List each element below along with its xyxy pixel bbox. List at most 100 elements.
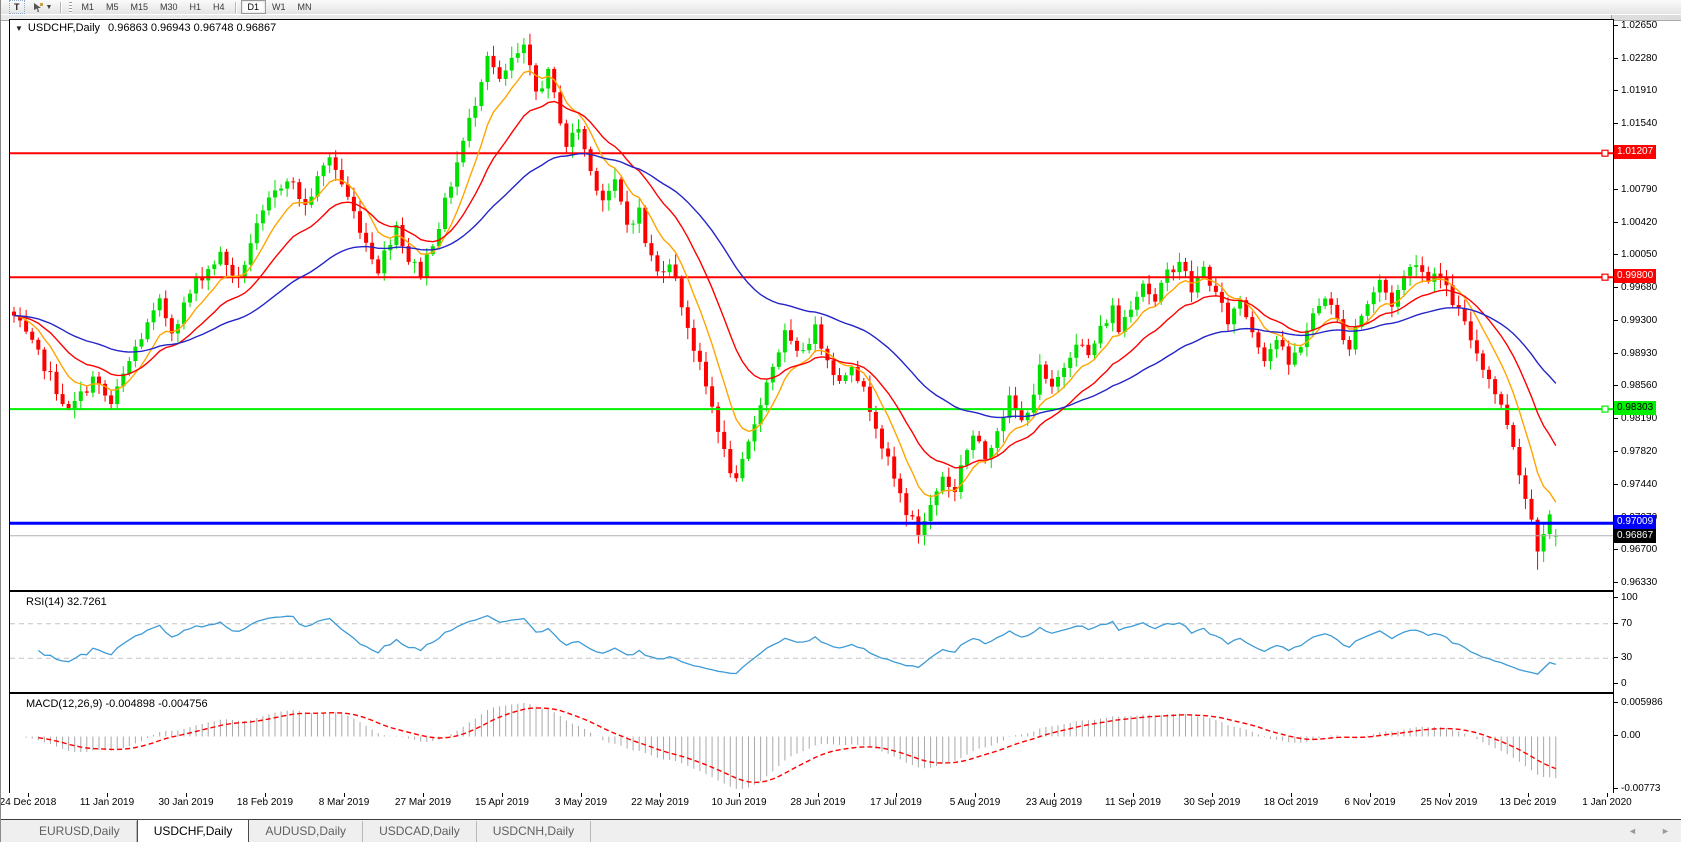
price-axis-label: 1.00050 xyxy=(1621,249,1658,260)
rsi-label: RSI(14) 32.7261 xyxy=(26,596,107,608)
date-label: 30 Jan 2019 xyxy=(158,797,214,808)
price-axis-label: 0.96700 xyxy=(1621,544,1658,555)
rsi-axis-tick xyxy=(1614,683,1618,684)
rsi-axis-label: 30 xyxy=(1621,652,1633,663)
price-axis-tick xyxy=(1614,353,1618,354)
level-price-tag: 1.01207 xyxy=(1614,145,1657,159)
cursor-tool-icon xyxy=(33,2,43,12)
price-axis-label: 1.02280 xyxy=(1621,53,1658,64)
price-axis-tick xyxy=(1614,123,1618,124)
price-axis-label: 0.99300 xyxy=(1621,315,1658,326)
timeframe-buttons: M1 M5 M15 M30 H1 H4 D1 W1 MN xyxy=(75,0,317,14)
timeframe-button-m1[interactable]: M1 xyxy=(75,1,100,13)
rsi-plot[interactable] xyxy=(10,592,1613,692)
date-label: 25 Nov 2019 xyxy=(1420,797,1478,808)
date-label: 6 Nov 2019 xyxy=(1344,797,1396,808)
price-axis-tick xyxy=(1614,582,1618,583)
price-axis-label: 1.01540 xyxy=(1621,118,1658,129)
rsi-axis-tick xyxy=(1614,657,1618,658)
timeframe-button-h1[interactable]: H1 xyxy=(184,1,208,13)
macd-axis-label: 0.005986 xyxy=(1621,697,1663,708)
time-axis: 24 Dec 2018 11 Jan 2019 30 Jan 2019 18 Feb … xyxy=(1,793,1681,813)
date-label: 28 Jun 2019 xyxy=(790,797,846,808)
date-label: 22 May 2019 xyxy=(631,797,689,808)
toolbar-separator xyxy=(234,1,237,13)
date-label: 10 Jun 2019 xyxy=(711,797,767,808)
current-price-tag: 0.96867 xyxy=(1614,529,1657,543)
macd-axis-tick xyxy=(1614,735,1618,736)
timeframe-button-m30[interactable]: M30 xyxy=(154,1,184,13)
timeframe-button-m15[interactable]: M15 xyxy=(124,1,154,13)
chart-tab-usdcnh[interactable]: USDCNH,Daily xyxy=(477,821,592,842)
timeframe-button-w1[interactable]: W1 xyxy=(266,1,292,13)
date-label: 24 Dec 2018 xyxy=(0,797,57,808)
price-axis-label: 1.00420 xyxy=(1621,217,1658,228)
macd-plot[interactable] xyxy=(10,694,1613,793)
toolbar-separator xyxy=(60,1,63,13)
level-price-tag: 0.98303 xyxy=(1614,401,1657,415)
timeframe-button-m5[interactable]: M5 xyxy=(100,1,125,13)
level-price-tag: 0.97009 xyxy=(1614,515,1657,529)
tab-scroll-left-icon[interactable]: ◄ xyxy=(1628,826,1637,836)
chart-tab-usdcad[interactable]: USDCAD,Daily xyxy=(363,821,477,842)
price-axis-label: 0.97440 xyxy=(1621,479,1658,490)
timeframe-button-mn[interactable]: MN xyxy=(292,1,318,13)
rsi-axis-tick xyxy=(1614,623,1618,624)
date-label: 11 Jan 2019 xyxy=(79,797,135,808)
price-axis-tick xyxy=(1614,254,1618,255)
date-label: 27 Mar 2019 xyxy=(394,797,452,808)
price-axis-tick xyxy=(1614,58,1618,59)
dropdown-caret-icon: ▼ xyxy=(45,3,53,11)
price-axis-tick xyxy=(1614,418,1618,419)
date-label: 15 Apr 2019 xyxy=(475,797,529,808)
level-price-tag: 0.99800 xyxy=(1614,269,1657,283)
macd-label: MACD(12,26,9) -0.004898 -0.004756 xyxy=(26,698,208,710)
timeframe-button-h4[interactable]: H4 xyxy=(207,1,231,13)
macd-indicator-pane[interactable] xyxy=(9,693,1614,794)
macd-axis-tick xyxy=(1614,788,1618,789)
price-chart-pane[interactable] xyxy=(9,19,1614,591)
price-axis-tick xyxy=(1614,90,1618,91)
date-label: 18 Feb 2019 xyxy=(236,797,294,808)
date-label: 1 Jan 2020 xyxy=(1582,797,1632,808)
chart-tab-bar: EURUSD,Daily USDCHF,Daily AUDUSD,Daily USDC… xyxy=(1,819,1681,842)
price-axis-label: 0.98930 xyxy=(1621,348,1658,359)
date-label: 23 Aug 2019 xyxy=(1025,797,1083,808)
chart-tab-eurusd[interactable]: EURUSD,Daily xyxy=(23,821,137,842)
price-axis-tick xyxy=(1614,385,1618,386)
price-axis-label: 0.98560 xyxy=(1621,380,1658,391)
price-axis-tick xyxy=(1614,25,1618,26)
price-axis-tick xyxy=(1614,189,1618,190)
rsi-indicator-pane[interactable] xyxy=(9,591,1614,693)
price-axis-tick xyxy=(1614,287,1618,288)
price-axis-label: 0.97820 xyxy=(1621,446,1658,457)
timeframe-button-d1[interactable]: D1 xyxy=(240,0,267,14)
price-axis-tick xyxy=(1614,451,1618,452)
toolbar-grip[interactable] xyxy=(69,1,73,13)
rsi-axis-label: 100 xyxy=(1621,592,1638,603)
date-label: 5 Aug 2019 xyxy=(949,797,1001,808)
mt4-window: T ▼ M1 M5 M15 M30 H1 H4 D1 W1 MN ▼ USDCHF,Daily 0.… xyxy=(0,0,1681,842)
date-label: 13 Dec 2019 xyxy=(1499,797,1557,808)
cursor-tool-button[interactable]: ▼ xyxy=(28,1,57,13)
date-label: 17 Jul 2019 xyxy=(870,797,922,808)
price-axis-label: 1.01910 xyxy=(1621,85,1658,96)
macd-axis-label: 0.00 xyxy=(1621,730,1641,741)
tab-scroll-right-icon[interactable]: ► xyxy=(1661,826,1670,836)
rsi-axis-label: 70 xyxy=(1621,618,1633,629)
price-axis-tick xyxy=(1614,222,1618,223)
collapse-triangle-icon[interactable]: ▼ xyxy=(15,24,23,33)
date-label: 11 Sep 2019 xyxy=(1105,797,1161,808)
price-axis-label: 1.00790 xyxy=(1621,184,1658,195)
chart-tab-usdchf[interactable]: USDCHF,Daily xyxy=(136,819,250,842)
chart-title: ▼ USDCHF,Daily 0.96863 0.96943 0.96748 0.9… xyxy=(15,22,276,34)
price-axis-label: 0.99680 xyxy=(1621,282,1658,293)
date-label: 18 Oct 2019 xyxy=(1263,797,1319,808)
candlestick-chart[interactable] xyxy=(10,20,1613,590)
toolbar: T ▼ M1 M5 M15 M30 H1 H4 D1 W1 MN xyxy=(1,0,1681,14)
macd-axis-tick xyxy=(1614,702,1618,703)
macd-axis-label: -0.00773 xyxy=(1621,783,1661,794)
chart-tab-audusd[interactable]: AUDUSD,Daily xyxy=(249,821,364,842)
date-label: 8 Mar 2019 xyxy=(318,797,370,808)
text-tool-button[interactable]: T xyxy=(9,0,25,14)
